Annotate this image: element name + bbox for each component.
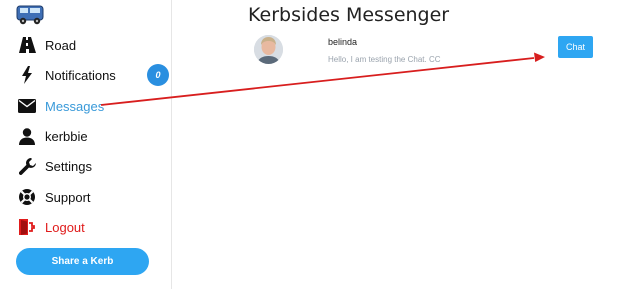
sidebar-item-road[interactable]: Road: [18, 33, 168, 57]
sidebar-item-support[interactable]: Support: [18, 185, 168, 209]
page-title: Kerbsides Messenger: [248, 4, 450, 26]
user-icon: [18, 127, 36, 145]
sidebar-item-label: Notifications: [45, 67, 116, 83]
avatar[interactable]: [254, 35, 283, 64]
sidebar-item-profile[interactable]: kerbbie: [18, 124, 168, 148]
envelope-icon: [18, 97, 36, 115]
sidebar-item-logout[interactable]: Logout: [18, 215, 168, 239]
wrench-icon: [18, 157, 36, 175]
truck-logo-icon[interactable]: [16, 4, 44, 26]
contact-name: belinda: [328, 37, 358, 47]
road-icon: [18, 36, 36, 54]
sidebar-item-label: Road: [45, 37, 77, 53]
sidebar-item-label: Settings: [45, 158, 92, 174]
notifications-count-badge: 0: [147, 64, 169, 86]
sidebar-item-messages[interactable]: Messages: [18, 94, 168, 118]
logout-door-icon: [18, 218, 36, 236]
sidebar: Road Notifications 0 Messages kerbbie Se…: [0, 0, 172, 289]
share-a-kerb-button[interactable]: Share a Kerb: [16, 248, 149, 275]
sidebar-item-label: Support: [45, 189, 91, 205]
chat-button[interactable]: Chat: [558, 36, 593, 58]
message-preview: Hello, I am testing the Chat. CC: [328, 55, 441, 64]
sidebar-item-label: Messages: [45, 98, 105, 114]
sidebar-item-settings[interactable]: Settings: [18, 154, 168, 178]
sidebar-item-label: Logout: [45, 219, 85, 235]
sidebar-item-notifications[interactable]: Notifications: [18, 63, 168, 87]
lightning-icon: [18, 66, 36, 84]
lifebuoy-icon: [18, 188, 36, 206]
sidebar-item-label: kerbbie: [45, 128, 88, 144]
